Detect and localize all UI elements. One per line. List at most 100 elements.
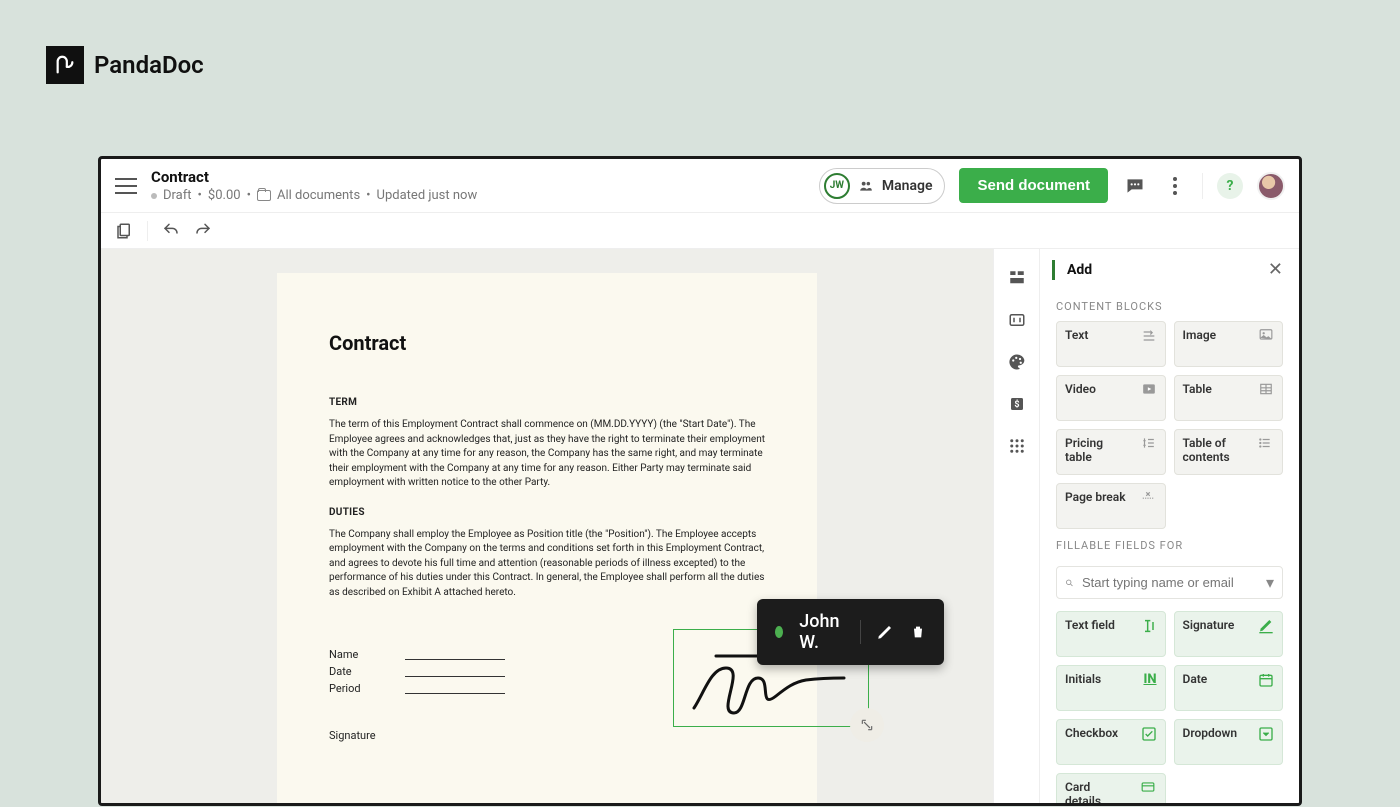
field-label: Text field (1065, 618, 1115, 650)
workspace: Contract TERM The term of this Employmen… (101, 249, 1299, 803)
help-button[interactable]: ? (1217, 173, 1243, 199)
block-page-break[interactable]: Page break (1056, 483, 1166, 529)
form-line (405, 665, 505, 677)
content-blocks-label: CONTENT BLOCKS (1040, 290, 1299, 321)
block-text[interactable]: Text (1056, 321, 1166, 367)
folder-icon (257, 190, 271, 201)
table-icon (1258, 382, 1274, 414)
resize-handle[interactable] (850, 708, 884, 742)
title-block: Contract Draft • $0.00 • All documents •… (151, 168, 477, 203)
pages-button[interactable] (115, 222, 133, 240)
recipient-search[interactable]: ▾ (1056, 566, 1283, 599)
field-initials[interactable]: Initials IN (1056, 665, 1166, 711)
rail-apps-button[interactable] (1008, 437, 1026, 455)
block-label: Table (1183, 382, 1212, 414)
updated-text: Updated just now (377, 188, 478, 203)
assignee-name[interactable]: John W. (799, 611, 843, 653)
topbar: Contract Draft • $0.00 • All documents •… (101, 159, 1299, 213)
checkbox-icon (1141, 726, 1157, 758)
section-body-duties: The Company shall employ the Employee as… (329, 528, 765, 601)
image-icon (1258, 328, 1274, 360)
document-page: Contract TERM The term of this Employmen… (277, 273, 817, 803)
signature-toolbar: John W. (757, 599, 944, 665)
right-rail: $ (993, 249, 1039, 803)
chevron-down-icon[interactable]: ▾ (1266, 573, 1274, 592)
field-label: Checkbox (1065, 726, 1118, 758)
video-icon (1141, 382, 1157, 414)
menu-button[interactable] (115, 178, 137, 194)
form-label-name: Name (329, 648, 387, 661)
brand-name: PandaDoc (94, 51, 204, 79)
pricing-icon (1139, 436, 1157, 468)
delete-button[interactable] (910, 623, 926, 641)
text-field-icon (1141, 618, 1157, 650)
search-icon (1065, 575, 1074, 591)
field-label: Date (1183, 672, 1208, 704)
status-dot-icon (151, 193, 157, 199)
block-table[interactable]: Table (1174, 375, 1284, 421)
section-body-term: The term of this Employment Contract sha… (329, 418, 765, 491)
form-label-period: Period (329, 682, 387, 695)
brand-logo: PandaDoc (46, 46, 204, 84)
block-label: Image (1183, 328, 1217, 360)
form-line (405, 648, 505, 660)
toc-icon (1256, 436, 1274, 468)
people-icon (858, 179, 874, 193)
rail-pricing-button[interactable]: $ (1008, 395, 1026, 413)
field-checkbox[interactable]: Checkbox (1056, 719, 1166, 765)
dropdown-icon (1258, 726, 1274, 758)
field-label: Card details (1065, 780, 1119, 803)
rail-variables-button[interactable] (1008, 311, 1026, 329)
location-text[interactable]: All documents (277, 188, 360, 203)
text-icon (1141, 328, 1157, 360)
edit-button[interactable] (876, 623, 894, 641)
form-line (405, 682, 505, 694)
field-label: Initials (1065, 672, 1101, 704)
section-head-term: TERM (329, 397, 765, 408)
field-card-details[interactable]: Card details (1056, 773, 1166, 803)
field-label: Signature (1183, 618, 1235, 650)
document-title: Contract (151, 168, 477, 186)
field-text[interactable]: Text field (1056, 611, 1166, 657)
block-label: Text (1065, 328, 1088, 360)
document-meta: Draft • $0.00 • All documents • Updated … (151, 188, 477, 203)
undo-button[interactable] (162, 223, 180, 239)
amount-text: $0.00 (208, 188, 241, 203)
add-panel: Add ✕ CONTENT BLOCKS Text Image Video (1039, 249, 1299, 803)
block-label: Video (1065, 382, 1096, 414)
app-window: Contract Draft • $0.00 • All documents •… (98, 156, 1302, 806)
field-dropdown[interactable]: Dropdown (1174, 719, 1284, 765)
block-label: Pricing table (1065, 436, 1125, 468)
block-label: Table of contents (1183, 436, 1253, 468)
calendar-icon (1258, 672, 1274, 704)
toolbar (101, 213, 1299, 249)
field-date[interactable]: Date (1174, 665, 1284, 711)
block-video[interactable]: Video (1056, 375, 1166, 421)
assignee-dot-icon (775, 626, 783, 638)
more-button[interactable] (1162, 173, 1188, 199)
send-document-button[interactable]: Send document (959, 168, 1108, 203)
block-image[interactable]: Image (1174, 321, 1284, 367)
rail-blocks-button[interactable] (1008, 269, 1026, 287)
page-title: Contract (329, 331, 765, 355)
canvas[interactable]: Contract TERM The term of this Employmen… (101, 249, 993, 803)
comments-button[interactable] (1122, 173, 1148, 199)
status-text: Draft (163, 188, 192, 203)
fillable-fields-label: FILLABLE FIELDS FOR (1040, 529, 1299, 560)
field-label: Dropdown (1183, 726, 1238, 758)
user-avatar[interactable] (1257, 172, 1285, 200)
manage-button[interactable]: JW Manage (819, 168, 946, 204)
initials-icon: IN (1143, 672, 1156, 704)
section-head-duties: DUTIES (329, 507, 765, 518)
redo-button[interactable] (194, 223, 212, 239)
rail-design-button[interactable] (1008, 353, 1026, 371)
recipient-search-input[interactable] (1082, 575, 1258, 590)
block-label: Page break (1065, 490, 1126, 522)
field-signature[interactable]: Signature (1174, 611, 1284, 657)
manage-label: Manage (882, 178, 933, 194)
block-toc[interactable]: Table of contents (1174, 429, 1284, 475)
block-pricing-table[interactable]: Pricing table (1056, 429, 1166, 475)
panel-close-button[interactable]: ✕ (1268, 259, 1283, 280)
form-label-date: Date (329, 665, 387, 678)
panel-accent-icon (1052, 260, 1055, 280)
